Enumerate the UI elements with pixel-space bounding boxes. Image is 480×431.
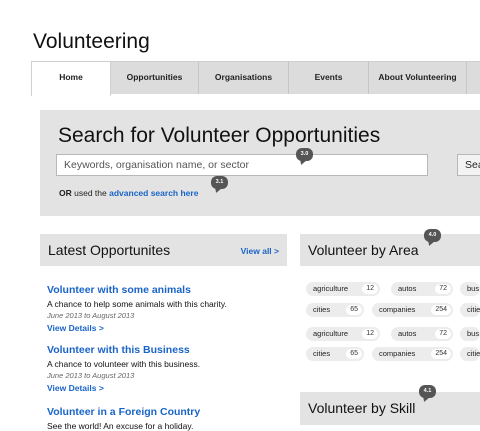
main-nav: Home Opportunities Organisations Events … (31, 61, 480, 96)
tab-opportunities[interactable]: Opportunities (111, 62, 199, 94)
opportunity-dates: June 2013 to August 2013 (47, 311, 135, 320)
area-tag[interactable]: citie (460, 303, 480, 317)
volunteer-by-skill-header: Volunteer by Skill (300, 392, 480, 425)
opportunity-title[interactable]: Volunteer with this Business (47, 344, 287, 356)
advanced-search-line: OR used the advanced search here (59, 188, 198, 198)
tab-events[interactable]: Events (289, 62, 369, 94)
tab-organisations[interactable]: Organisations (199, 62, 289, 94)
opportunity-desc: See the world! An excuse for a holiday. (47, 421, 194, 431)
annotation-marker-search: 3.0 (296, 148, 313, 161)
area-tag[interactable]: companies 254 (372, 347, 453, 361)
opportunity-dates: June 2013 to August 2013 (47, 371, 135, 380)
tab-about-volunteering[interactable]: About Volunteering (369, 62, 467, 94)
area-tag[interactable]: agriculture 12 (306, 327, 380, 341)
volunteer-by-area-title: Volunteer by Area (308, 242, 419, 258)
volunteer-by-skill-title: Volunteer by Skill (308, 400, 416, 416)
site-title: Volunteering (33, 30, 150, 53)
search-button[interactable]: Search (457, 154, 480, 176)
opportunity-desc: A chance to volunteer with this business… (47, 359, 201, 369)
volunteer-by-area-header: Volunteer by Area (300, 234, 480, 266)
search-panel: Search for Volunteer Opportunities Searc… (40, 110, 480, 216)
used-label: used the (74, 188, 107, 198)
search-input[interactable] (56, 154, 428, 176)
area-tag[interactable]: cities 65 (306, 303, 364, 317)
opportunity-title[interactable]: Volunteer with some animals (47, 284, 287, 296)
search-title: Search for Volunteer Opportunities (58, 124, 381, 147)
latest-opportunities-title: Latest Opportunites (48, 242, 171, 258)
annotation-marker-skill: 4.1 (419, 385, 436, 398)
view-all-link[interactable]: View all > (241, 246, 279, 256)
latest-opportunities-header: Latest Opportunites View all > (40, 234, 287, 266)
view-details-link[interactable]: View Details > (47, 383, 287, 393)
view-details-link[interactable]: View Details > (47, 323, 287, 333)
area-tag[interactable]: cities 65 (306, 347, 364, 361)
list-item: Volunteer with some animals A chance to … (47, 284, 287, 333)
annotation-marker-area: 4.0 (424, 229, 441, 242)
advanced-search-link[interactable]: advanced search here (109, 188, 198, 198)
area-tag[interactable]: citie (460, 347, 480, 361)
annotation-marker-advanced: 3.1 (211, 176, 228, 189)
area-tag[interactable]: bus (460, 282, 480, 296)
list-item: Volunteer in a Foreign Country See the w… (47, 406, 287, 431)
area-tag[interactable]: autos 72 (391, 327, 453, 341)
or-label: OR (59, 188, 72, 198)
area-tag[interactable]: bus (460, 327, 480, 341)
tab-home[interactable]: Home (31, 62, 111, 96)
area-tag[interactable]: agriculture 12 (306, 282, 380, 296)
opportunity-title[interactable]: Volunteer in a Foreign Country (47, 406, 287, 418)
list-item: Volunteer with this Business A chance to… (47, 344, 287, 393)
opportunity-desc: A chance to help some animals with this … (47, 299, 227, 309)
area-tag[interactable]: autos 72 (391, 282, 453, 296)
area-tag[interactable]: companies 254 (372, 303, 453, 317)
